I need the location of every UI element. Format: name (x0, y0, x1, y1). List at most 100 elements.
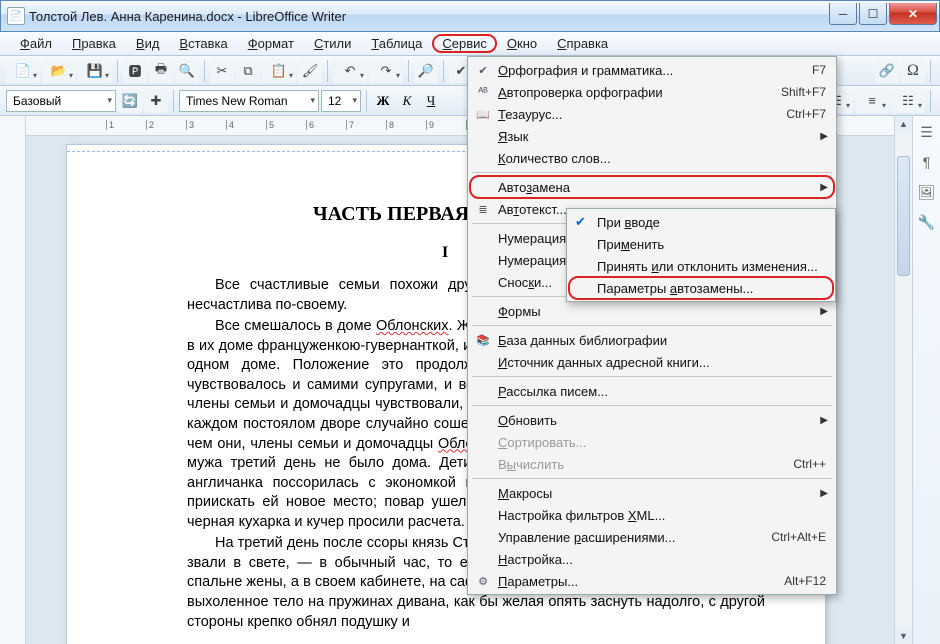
menuitem-label: Орфография и грамматика... (498, 63, 673, 78)
maximize-button[interactable]: ☐ (859, 3, 887, 25)
menu-вид[interactable]: Вид (126, 34, 170, 53)
menu-справка[interactable]: Справка (547, 34, 618, 53)
copy-button[interactable]: ⧉ (236, 59, 260, 83)
menuitem-icon: ≣ (474, 200, 492, 218)
new-style-button[interactable]: ✚ (144, 89, 168, 113)
menuitem[interactable]: 📚База данных библиографии (470, 329, 834, 351)
save-button[interactable]: 💾 (78, 59, 112, 83)
menu-правка[interactable]: Правка (62, 34, 126, 53)
menuitem[interactable]: Формы ▶ (470, 300, 834, 322)
menuitem[interactable]: ✔ При вводе (569, 211, 833, 233)
menuitem-shortcut: F7 (812, 63, 826, 77)
menuitem-label: Язык (498, 129, 528, 144)
menuitem-label: Сноски... (498, 275, 552, 290)
menuitem[interactable]: ᴬᴮАвтопроверка орфографииShift+F7 (470, 81, 834, 103)
menu-таблица[interactable]: Таблица (361, 34, 432, 53)
properties-icon[interactable]: ☰ (917, 122, 937, 142)
menuitem: ВычислитьCtrl++ (470, 453, 834, 475)
ruler-vertical[interactable] (0, 116, 26, 644)
menuitem[interactable]: Применить (569, 233, 833, 255)
menuitem[interactable]: Управление расширениями...Ctrl+Alt+E (470, 526, 834, 548)
cut-button[interactable]: ✂ (210, 59, 234, 83)
open-button[interactable]: 📂 (42, 59, 76, 83)
menuitem[interactable]: Настройка фильтров XML... (470, 504, 834, 526)
new-doc-button[interactable]: 📄 (6, 59, 40, 83)
menuitem: Сортировать... (470, 431, 834, 453)
export-pdf-button[interactable]: 🅿 (123, 59, 147, 83)
menuitem-label: Сортировать... (498, 435, 587, 450)
menu-окно[interactable]: Окно (497, 34, 547, 53)
gallery-icon[interactable]: 🖼 (917, 182, 937, 202)
scroll-thumb[interactable] (897, 156, 910, 276)
minimize-button[interactable]: ─ (829, 3, 857, 25)
menuitem[interactable]: Обновить▶ (470, 409, 834, 431)
menuitem[interactable]: Параметры автозамены... (569, 277, 833, 299)
menu-стили[interactable]: Стили (304, 34, 361, 53)
menuitem-label: Настройка... (498, 552, 573, 567)
numbering-button[interactable]: ≡ (855, 89, 889, 113)
undo-button[interactable]: ↶ (333, 59, 367, 83)
menuitem-label: Управление расширениями... (498, 530, 676, 545)
close-button[interactable]: ✕ (889, 3, 937, 25)
menuitem-icon: 📖 (474, 105, 492, 123)
update-style-button[interactable]: 🔄 (118, 89, 142, 113)
underline-button[interactable]: Ч (420, 90, 442, 112)
menuitem[interactable]: Язык▶ (470, 125, 834, 147)
menu-сервис[interactable]: Сервис (432, 34, 497, 53)
styles-icon[interactable]: ¶ (917, 152, 937, 172)
submenu-arrow-icon: ▶ (820, 488, 828, 499)
menuitem-label: При вводе (597, 215, 660, 230)
symbol-button[interactable]: Ω (901, 59, 925, 83)
menuitem[interactable]: Рассылка писем... (470, 380, 834, 402)
redo-button[interactable]: ↷ (369, 59, 403, 83)
italic-button[interactable]: К (396, 90, 418, 112)
menuitem-icon: ᴬᴮ (474, 83, 492, 101)
font-name-combo[interactable]: Times New Roman (179, 90, 319, 112)
menuitem-label: Рассылка писем... (498, 384, 608, 399)
menu-вставка[interactable]: Вставка (169, 34, 237, 53)
submenu-arrow-icon: ▶ (820, 306, 828, 317)
submenu-autocorrect: ✔ При вводе Применить Принять или отклонить… (566, 208, 836, 302)
menu-формат[interactable]: Формат (238, 34, 304, 53)
menuitem[interactable]: 📖 Тезаурус... Ctrl+F7 (470, 103, 834, 125)
menuitem-label: Автотекст... (498, 202, 567, 217)
menuitem[interactable]: Количество слов... (470, 147, 834, 169)
hyperlink-button[interactable]: 🔗 (875, 59, 899, 83)
paste-button[interactable]: 📋 (262, 59, 296, 83)
menuitem-label: Параметры... (498, 574, 578, 589)
format-paint-button[interactable]: 🖌 (298, 59, 322, 83)
title-bar: 📄 Толстой Лев. Анна Каренина.docx - Libr… (0, 0, 940, 32)
window-title: Толстой Лев. Анна Каренина.docx - LibreO… (29, 9, 827, 24)
print-button[interactable]: 🖶 (149, 59, 173, 83)
menuitem[interactable]: ⚙Параметры...Alt+F12 (470, 570, 834, 592)
submenu-arrow-icon: ▶ (820, 182, 828, 193)
menuitem-label: Автозамена (498, 180, 570, 195)
menuitem[interactable]: ✔Орфография и грамматика...F7 (470, 59, 834, 81)
scroll-up-icon[interactable]: ▲ (895, 116, 912, 132)
menuitem[interactable]: Автозамена ▶ (470, 176, 834, 198)
menuitem-label: Тезаурус... (498, 107, 562, 122)
scrollbar-vertical[interactable]: ▲ ▼ (894, 116, 912, 644)
menu-файл[interactable]: Файл (10, 34, 62, 53)
paragraph-style-combo[interactable]: Базовый (6, 90, 116, 112)
outline-button[interactable]: ☷ (891, 89, 925, 113)
menuitem[interactable]: Принять или отклонить изменения... (569, 255, 833, 277)
bold-button[interactable]: Ж (372, 90, 394, 112)
menuitem[interactable]: Макросы ▶ (470, 482, 834, 504)
check-icon: ✔ (575, 214, 586, 230)
find-button[interactable]: 🔎 (414, 59, 438, 83)
app-icon: 📄 (7, 7, 25, 25)
navigator-icon[interactable]: 🔧 (917, 212, 937, 232)
menuitem-label: Автопроверка орфографии (498, 85, 663, 100)
menuitem-label: Макросы (498, 486, 552, 501)
menuitem[interactable]: Источник данных адресной книги... (470, 351, 834, 373)
sidebar-tabs: ☰ ¶ 🖼 🔧 (912, 116, 940, 644)
menuitem-label: Формы (498, 304, 541, 319)
font-size-combo[interactable]: 12 (321, 90, 361, 112)
menuitem-label: Принять или отклонить изменения... (597, 259, 818, 274)
scroll-down-icon[interactable]: ▼ (895, 628, 912, 644)
menuitem[interactable]: Настройка... (470, 548, 834, 570)
menu-bar: ФайлПравкаВидВставкаФорматСтилиТаблицаСе… (0, 32, 940, 56)
print-preview-button[interactable]: 🔍 (175, 59, 199, 83)
menuitem-shortcut: Ctrl+F7 (786, 107, 826, 121)
